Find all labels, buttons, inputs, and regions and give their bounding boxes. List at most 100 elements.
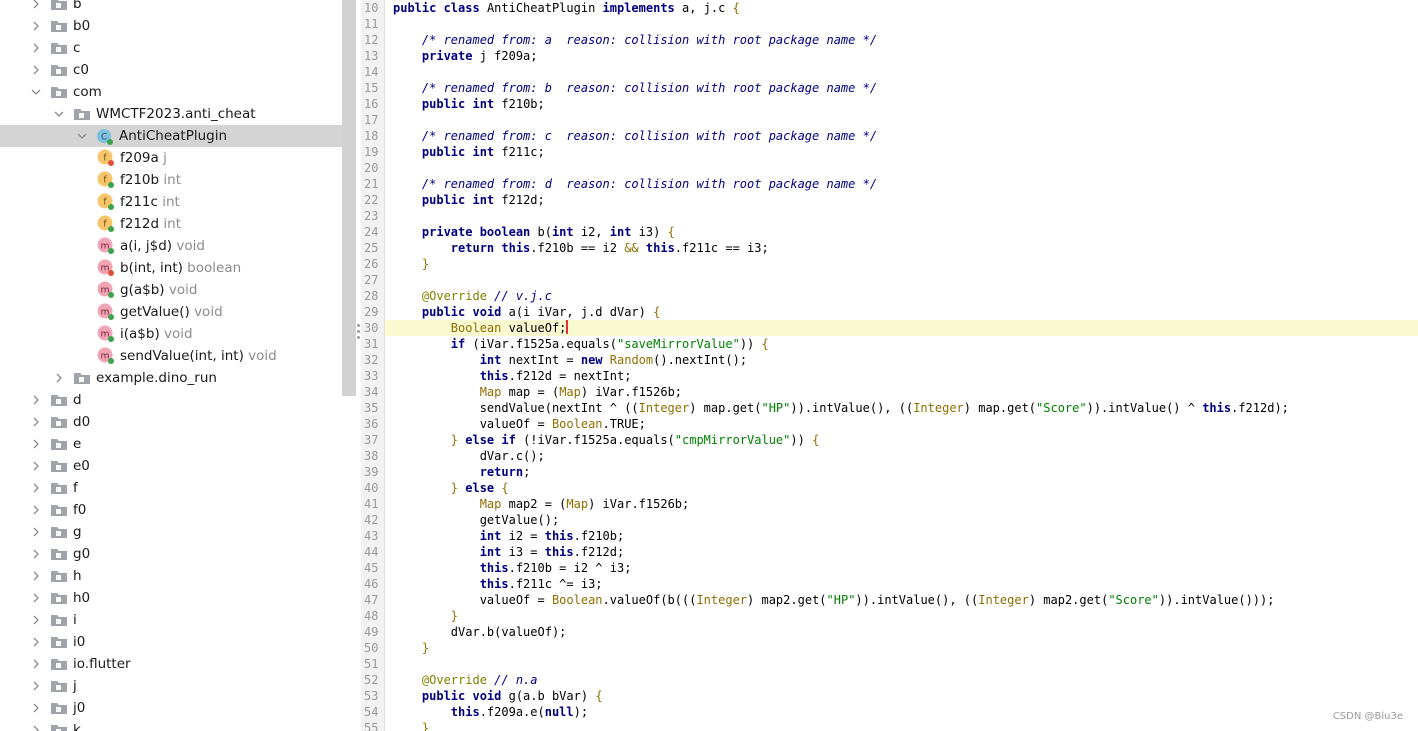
tree-package-row[interactable]: e [0, 433, 342, 455]
code-line[interactable]: public void g(a.b bVar) { [393, 688, 603, 704]
code-line[interactable]: Map map2 = (Map) iVar.f1526b; [393, 496, 690, 512]
tree-package-row[interactable]: i0 [0, 631, 342, 653]
code-line[interactable]: int nextInt = new Random().nextInt(); [393, 352, 747, 368]
code-line[interactable]: } [393, 720, 429, 731]
chevron-right-icon[interactable] [30, 548, 42, 560]
tree-package-row[interactable]: com [0, 81, 342, 103]
code-line[interactable]: return; [393, 464, 531, 480]
code-line[interactable]: @Override // n.a [393, 672, 538, 688]
code-line[interactable]: } [393, 256, 429, 272]
tree-member-row[interactable]: m a(i, j$d) void [0, 235, 342, 257]
chevron-right-icon[interactable] [30, 394, 42, 406]
tree-package-row[interactable]: example.dino_run [0, 367, 342, 389]
tree-package-row[interactable]: b [0, 0, 342, 15]
code-editor[interactable]: 10 11 12 13 14 15 16 17 18 19 20 21 22 23 24 25 26 27 28 29… [361, 0, 1418, 731]
tree-member-row[interactable]: m getValue() void [0, 301, 342, 323]
chevron-right-icon[interactable] [30, 658, 42, 670]
tree-package-row[interactable]: g [0, 521, 342, 543]
tree-member-row[interactable]: m b(int, int) boolean [0, 257, 342, 279]
chevron-down-icon[interactable] [30, 86, 42, 98]
code-line[interactable]: /* renamed from: d reason: collision wit… [393, 176, 877, 192]
chevron-down-icon[interactable] [76, 130, 88, 142]
tree-package-row[interactable]: d [0, 389, 342, 411]
code-line[interactable]: return this.f210b == i2 && this.f211c ==… [393, 240, 769, 256]
chevron-right-icon[interactable] [30, 614, 42, 626]
tree-member-row[interactable]: f f211c int [0, 191, 342, 213]
tree-package-row[interactable]: j [0, 675, 342, 697]
tree-package-row[interactable]: g0 [0, 543, 342, 565]
code-line[interactable]: this.f209a.e(null); [393, 704, 588, 720]
code-line[interactable]: } [393, 608, 458, 624]
tree-package-row[interactable]: c [0, 37, 342, 59]
chevron-right-icon[interactable] [30, 570, 42, 582]
tree-package-row[interactable]: c0 [0, 59, 342, 81]
code-line[interactable]: public class AntiCheatPlugin implements … [393, 0, 740, 16]
tree-package-row[interactable]: WMCTF2023.anti_cheat [0, 103, 342, 125]
tree-member-row[interactable]: f f212d int [0, 213, 342, 235]
code-line[interactable]: Boolean valueOf; [393, 320, 569, 336]
code-line[interactable]: private boolean b(int i2, int i3) { [393, 224, 675, 240]
chevron-right-icon[interactable] [30, 702, 42, 714]
chevron-right-icon[interactable] [30, 504, 42, 516]
chevron-right-icon[interactable] [30, 482, 42, 494]
tree-package-row[interactable]: io.flutter [0, 653, 342, 675]
code-line[interactable]: public int f210b; [393, 96, 545, 112]
chevron-right-icon[interactable] [30, 416, 42, 428]
code-line[interactable]: public int f212d; [393, 192, 545, 208]
code-line[interactable]: @Override // v.j.c [393, 288, 552, 304]
chevron-right-icon[interactable] [30, 0, 42, 10]
code-line[interactable]: this.f210b = i2 ^ i3; [393, 560, 632, 576]
tree-package-row[interactable]: f0 [0, 499, 342, 521]
tree-package-row[interactable]: i [0, 609, 342, 631]
chevron-right-icon[interactable] [30, 438, 42, 450]
tree-member-row[interactable]: f f209a j [0, 147, 342, 169]
chevron-right-icon[interactable] [30, 724, 42, 731]
tree-scrollbar-thumb[interactable] [342, 0, 356, 396]
code-line[interactable]: dVar.b(valueOf); [393, 624, 567, 640]
code-line[interactable]: this.f212d = nextInt; [393, 368, 632, 384]
tree-member-row[interactable]: m sendValue(int, int) void [0, 345, 342, 367]
chevron-right-icon[interactable] [30, 42, 42, 54]
chevron-down-icon[interactable] [53, 108, 65, 120]
tree-class-row[interactable]: C AntiCheatPlugin [0, 125, 342, 147]
code-line[interactable]: Map map = (Map) iVar.f1526b; [393, 384, 682, 400]
chevron-right-icon[interactable] [30, 636, 42, 648]
code-line[interactable]: sendValue(nextInt ^ ((Integer) map.get("… [393, 400, 1289, 416]
tree-package-row[interactable]: h0 [0, 587, 342, 609]
code-line[interactable]: int i3 = this.f212d; [393, 544, 625, 560]
code-line[interactable]: } else { [393, 480, 509, 496]
chevron-right-icon[interactable] [30, 460, 42, 472]
code-line[interactable]: /* renamed from: b reason: collision wit… [393, 80, 877, 96]
code-line[interactable]: dVar.c(); [393, 448, 545, 464]
code-line[interactable]: this.f211c ^= i3; [393, 576, 603, 592]
tree-member-row[interactable]: m i(a$b) void [0, 323, 342, 345]
code-line[interactable]: /* renamed from: c reason: collision wit… [393, 128, 877, 144]
code-line[interactable]: private j f209a; [393, 48, 538, 64]
chevron-right-icon[interactable] [30, 526, 42, 538]
chevron-right-icon[interactable] [30, 592, 42, 604]
code-line[interactable]: } else if (!iVar.f1525a.equals("cmpMirro… [393, 432, 820, 448]
code-line[interactable]: if (iVar.f1525a.equals("saveMirrorValue"… [393, 336, 769, 352]
code-line[interactable]: /* renamed from: a reason: collision wit… [393, 32, 877, 48]
code-line[interactable]: valueOf = Boolean.TRUE; [393, 416, 646, 432]
chevron-right-icon[interactable] [30, 680, 42, 692]
tree-member-row[interactable]: m g(a$b) void [0, 279, 342, 301]
tree-member-row[interactable]: f f210b int [0, 169, 342, 191]
tree-package-row[interactable]: e0 [0, 455, 342, 477]
code-line[interactable]: public int f211c; [393, 144, 545, 160]
tree-package-row[interactable]: h [0, 565, 342, 587]
tree-package-row[interactable]: b0 [0, 15, 342, 37]
tree-package-row[interactable]: f [0, 477, 342, 499]
tree-package-row[interactable]: j0 [0, 697, 342, 719]
code-line[interactable]: getValue(); [393, 512, 559, 528]
tree-package-row[interactable]: d0 [0, 411, 342, 433]
code-line[interactable]: int i2 = this.f210b; [393, 528, 625, 544]
chevron-right-icon[interactable] [53, 372, 65, 384]
code-line[interactable]: } [393, 640, 429, 656]
chevron-right-icon[interactable] [30, 20, 42, 32]
code-line[interactable]: public void a(i iVar, j.d dVar) { [393, 304, 660, 320]
chevron-right-icon[interactable] [30, 64, 42, 76]
project-tree[interactable]: b b0 c c0 com WMCTF2023.anti_cheat C AntiCheatP… [0, 0, 342, 731]
code-line[interactable]: valueOf = Boolean.valueOf(b(((Integer) m… [393, 592, 1275, 608]
tree-package-row[interactable]: k [0, 719, 342, 731]
